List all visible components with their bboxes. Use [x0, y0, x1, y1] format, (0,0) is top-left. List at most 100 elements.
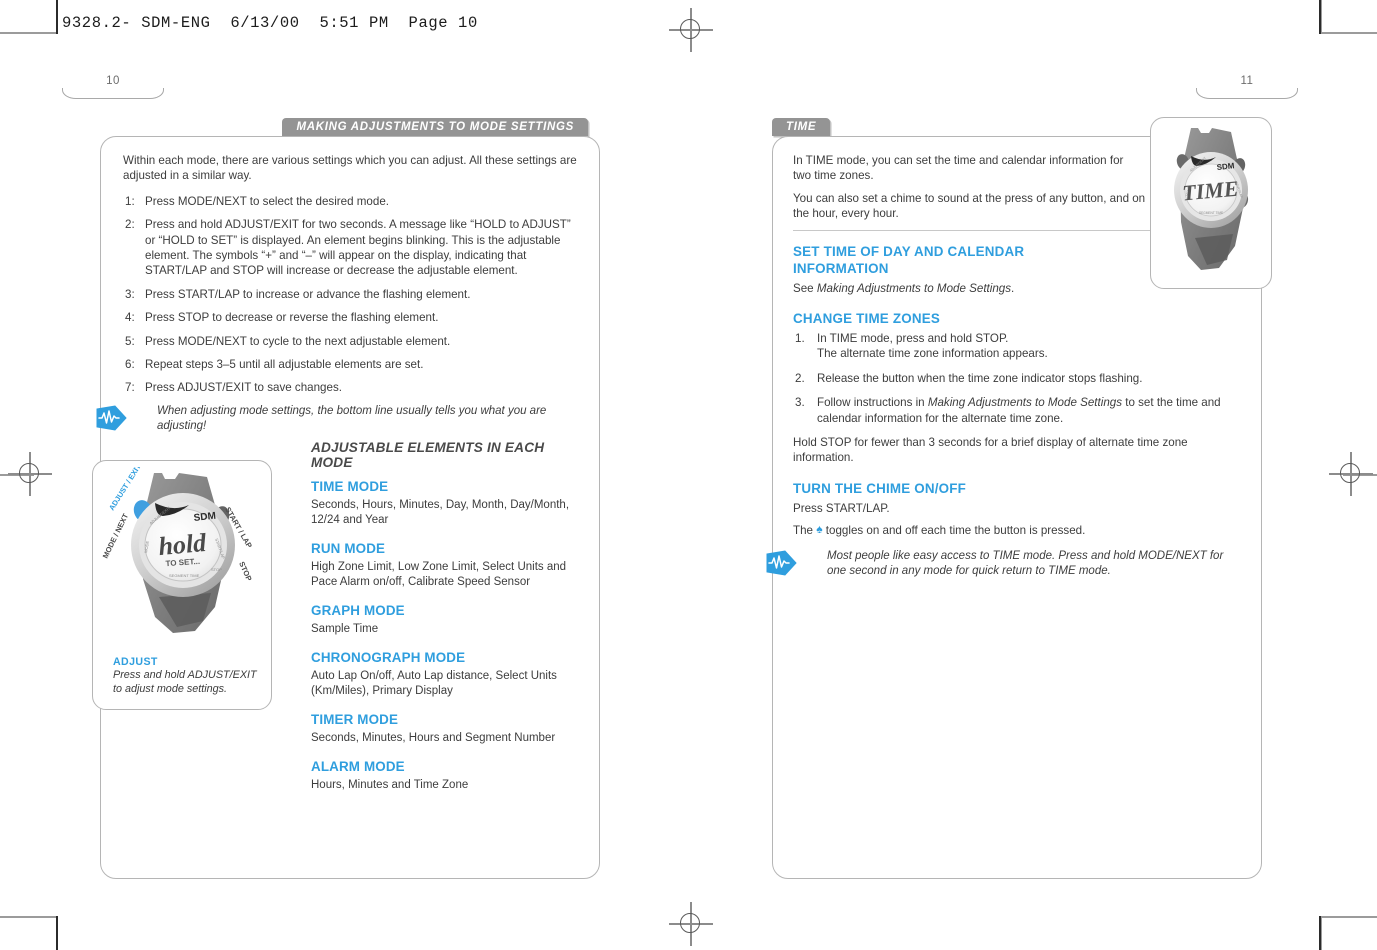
tip-callout-left: When adjusting mode settings, the bottom… [96, 404, 579, 434]
mode-heading-graph: GRAPH MODE [311, 603, 405, 619]
mode-heading-run: RUN MODE [311, 541, 386, 557]
folio-swoosh-right [1196, 88, 1298, 99]
step-item: 5: Press MODE/NEXT to cycle to the next … [123, 334, 579, 349]
registration-mark-top-center [669, 8, 713, 52]
fold-line-right-b [1320, 916, 1322, 950]
watch-lcd-time-text: TIME [1181, 176, 1239, 206]
folio-left: 10 [58, 74, 168, 99]
mode-heading-alarm: ALARM MODE [311, 759, 405, 775]
watch-illustration-time: SDM ADJUST/EXIT START/LAP MODE SEGMENT T… [1174, 128, 1249, 270]
step-item: 1. In TIME mode, press and hold STOP. Th… [793, 331, 1243, 362]
mode-heading-timer: TIMER MODE [311, 712, 399, 728]
section-tab-row-left: MAKING ADJUSTMENTS TO MODE SETTINGS [100, 118, 600, 136]
tip-text-left: When adjusting mode settings, the bottom… [157, 404, 547, 433]
svg-text:hold: hold [157, 528, 208, 561]
watch-illustration-adjust: SDM ADJUST/EXIT START/LAP MODE SEGMENT T… [101, 462, 254, 633]
mode-elements-time: Seconds, Hours, Minutes, Day, Month, Day… [311, 499, 570, 527]
mode-heading-time: TIME MODE [311, 479, 389, 495]
adjustable-elements-heading: ADJUSTABLE ELEMENTS IN EACH MODE [311, 440, 545, 471]
step-marker: 1: [125, 194, 135, 208]
trim-line-top-left [0, 32, 56, 34]
slug-line: 9328.2- SDM-ENG 6/13/00 5:51 PM Page 10 [62, 14, 478, 32]
step-marker: 3. [795, 396, 805, 410]
fold-line-left-b [56, 916, 58, 950]
heading-change-time-zones: CHANGE TIME ZONES [793, 311, 940, 327]
trim-line-top-right [1320, 32, 1377, 34]
step-item: 3: Press START/LAP to increase or advanc… [123, 287, 579, 302]
step-marker: 7: [125, 381, 135, 395]
chime-suffix: toggles on and off each time the button … [822, 524, 1086, 538]
adjustment-steps-list: 1: Press MODE/NEXT to select the desired… [123, 194, 579, 396]
adjustable-elements-column: ADJUSTABLE ELEMENTS IN EACH MODE TIME MO… [311, 440, 579, 793]
step-marker: 6: [125, 358, 135, 372]
figure-caption-text-adjust: Press and hold ADJUST/EXIT to adjust mod… [113, 669, 257, 695]
waveform-tip-icon [95, 403, 127, 433]
see-prefix: See [793, 281, 817, 295]
label-stop: STOP [237, 560, 253, 582]
see-italic-reference: Making Adjustments to Mode Settings [816, 281, 1012, 295]
section-tab-time: TIME [772, 118, 831, 136]
crop-bar-bottom-right [1319, 916, 1321, 950]
mode-elements-alarm: Hours, Minutes and Time Zone [311, 779, 469, 792]
figure-box-time-watch: SDM ADJUST/EXIT START/LAP MODE SEGMENT T… [1150, 117, 1272, 289]
step-text: Press MODE/NEXT to select the desired mo… [145, 194, 389, 208]
step-item: 3. Follow instructions in Making Adjustme… [793, 395, 1243, 426]
step-marker: 5: [125, 334, 135, 348]
mode-elements-graph: Sample Time [311, 623, 379, 636]
folio-right: 11 [1192, 74, 1302, 99]
see-suffix: . [1011, 281, 1015, 295]
figure-caption-title-adjust: ADJUST [113, 656, 158, 668]
crop-bar-top-right [1319, 0, 1321, 34]
registration-mark-left-center [8, 452, 52, 496]
step-text-italic: Making Adjustments to Mode Settings [927, 396, 1123, 410]
chime-prefix: The [793, 524, 817, 538]
step-text-pre: Follow instructions in [817, 396, 928, 410]
side-tick-right [1343, 474, 1377, 476]
trim-line-bottom-right [1320, 916, 1377, 918]
step-item: 6: Repeat steps 3–5 until all adjustable… [123, 357, 579, 372]
intro-paragraph: Within each mode, there are various sett… [123, 154, 577, 183]
waveform-tip-icon [765, 548, 797, 578]
tip-callout-right: Most people like easy access to TIME mod… [766, 549, 1243, 579]
mode-elements-chronograph: Auto Lap On/off, Auto Lap distance, Sele… [311, 670, 557, 698]
chime-press-line: Press START/LAP. [793, 501, 890, 515]
mode-elements-timer: Seconds, Minutes, Hours and Segment Numb… [311, 732, 556, 745]
label-mode-next: MODE / NEXT [101, 512, 131, 560]
step-marker: 4: [125, 311, 135, 325]
heading-set-time-of-day: SET TIME OF DAY AND CALENDAR INFORMATION [793, 243, 1025, 276]
mode-heading-chronograph: CHRONOGRAPH MODE [311, 650, 466, 666]
step-text-line1: Release the button when the time zone in… [817, 371, 1143, 385]
step-marker: 2: [125, 218, 135, 232]
step-text: Press MODE/NEXT to cycle to the next adj… [145, 334, 451, 348]
step-item: 7: Press ADJUST/EXIT to save changes. [123, 380, 579, 395]
crop-bar-top-left [56, 0, 58, 34]
chime-toggle-line: The ♠ toggles on and off each time the b… [793, 522, 1243, 538]
figure-box-adjust-watch: SDM ADJUST/EXIT START/LAP MODE SEGMENT T… [92, 460, 272, 710]
svg-text:SEGMENT TIME: SEGMENT TIME [1199, 211, 1223, 215]
mode-elements-run: High Zone Limit, Low Zone Limit, Select … [311, 561, 567, 589]
step-item: 1: Press MODE/NEXT to select the desired… [123, 194, 579, 209]
fold-line-right [1320, 0, 1322, 34]
chime-symbol-icon: ♠ [816, 522, 823, 537]
svg-text:SEGMENT TIME: SEGMENT TIME [169, 573, 200, 578]
step-text: Press STOP to decrease or reverse the fl… [145, 311, 439, 325]
hold-stop-note: Hold STOP for fewer than 3 seconds for a… [793, 436, 1188, 465]
svg-text:SDM: SDM [193, 511, 216, 524]
step-marker: 2. [795, 371, 805, 385]
page-number-left: 10 [106, 75, 120, 87]
step-item: 4: Press STOP to decrease or reverse the… [123, 310, 579, 325]
heading-turn-chime-on-off: TURN THE CHIME ON/OFF [793, 480, 967, 496]
folio-swoosh-left [62, 88, 164, 99]
step-text: Press ADJUST/EXIT to save changes. [145, 381, 342, 395]
crop-bar-bottom-left [56, 916, 58, 950]
step-item: 2: Press and hold ADJUST/EXIT for two se… [123, 217, 579, 279]
side-tick-left [0, 474, 34, 476]
tip-text-right: Most people like easy access to TIME mod… [827, 549, 1224, 577]
step-marker: 1. [795, 332, 805, 346]
page-number-right: 11 [1240, 75, 1254, 87]
trim-line-bottom-left [0, 916, 56, 918]
step-item: 2. Release the button when the time zone… [793, 371, 1243, 386]
step-text: Press and hold ADJUST/EXIT for two secon… [145, 218, 571, 278]
watch-brand-sdm: SDM [1216, 161, 1235, 172]
time-intro-paragraph-2: You can also set a chime to sound at the… [793, 191, 1146, 221]
